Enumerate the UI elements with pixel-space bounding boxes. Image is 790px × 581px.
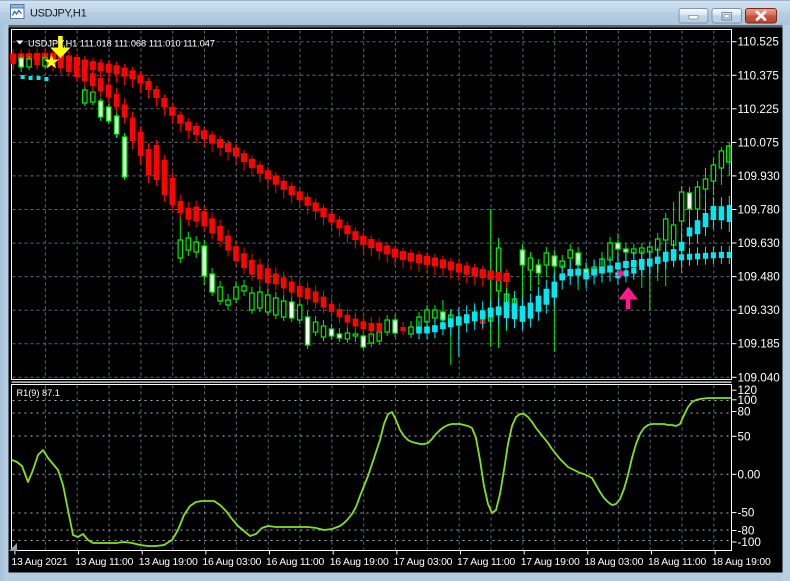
svg-text:109.630: 109.630 bbox=[738, 237, 781, 250]
svg-text:R1(9) 87.1: R1(9) 87.1 bbox=[17, 388, 60, 398]
svg-text:0.00: 0.00 bbox=[738, 468, 761, 481]
svg-text:-100: -100 bbox=[738, 536, 762, 549]
svg-text:17 Aug 19:00: 17 Aug 19:00 bbox=[521, 557, 580, 568]
svg-text:109.780: 109.780 bbox=[738, 204, 781, 217]
svg-text:17 Aug 11:00: 17 Aug 11:00 bbox=[457, 557, 515, 568]
svg-text:109.330: 109.330 bbox=[738, 304, 781, 317]
svg-text:109.040: 109.040 bbox=[738, 371, 781, 384]
svg-text:16 Aug 03:00: 16 Aug 03:00 bbox=[202, 557, 261, 568]
svg-text:13 Aug 11:00: 13 Aug 11:00 bbox=[75, 557, 133, 568]
svg-text:18 Aug 19:00: 18 Aug 19:00 bbox=[712, 557, 771, 568]
svg-text:13 Aug 19:00: 13 Aug 19:00 bbox=[139, 557, 198, 568]
svg-text:109.480: 109.480 bbox=[738, 271, 781, 284]
svg-text:109.185: 109.185 bbox=[738, 338, 781, 351]
svg-text:13 Aug 2021: 13 Aug 2021 bbox=[11, 557, 68, 568]
svg-text:16 Aug 11:00: 16 Aug 11:00 bbox=[266, 557, 324, 568]
svg-text:50: 50 bbox=[738, 430, 752, 443]
svg-text:USDJPY,H1 111.018 111.068 111.: USDJPY,H1 111.018 111.068 111.010 111.04… bbox=[28, 39, 215, 49]
svg-text:110.225: 110.225 bbox=[738, 103, 780, 116]
svg-text:110.525: 110.525 bbox=[738, 36, 780, 49]
svg-text:18 Aug 03:00: 18 Aug 03:00 bbox=[584, 557, 643, 568]
svg-text:110.075: 110.075 bbox=[738, 136, 780, 149]
svg-text:109.930: 109.930 bbox=[738, 170, 781, 183]
svg-text:80: 80 bbox=[738, 406, 752, 419]
svg-text:-50: -50 bbox=[738, 507, 755, 520]
svg-text:17 Aug 03:00: 17 Aug 03:00 bbox=[393, 557, 452, 568]
svg-text:18 Aug 11:00: 18 Aug 11:00 bbox=[648, 557, 706, 568]
svg-text:110.375: 110.375 bbox=[738, 69, 780, 82]
svg-text:USDJPY,H1: USDJPY,H1 bbox=[30, 8, 87, 20]
svg-text:16 Aug 19:00: 16 Aug 19:00 bbox=[330, 557, 389, 568]
